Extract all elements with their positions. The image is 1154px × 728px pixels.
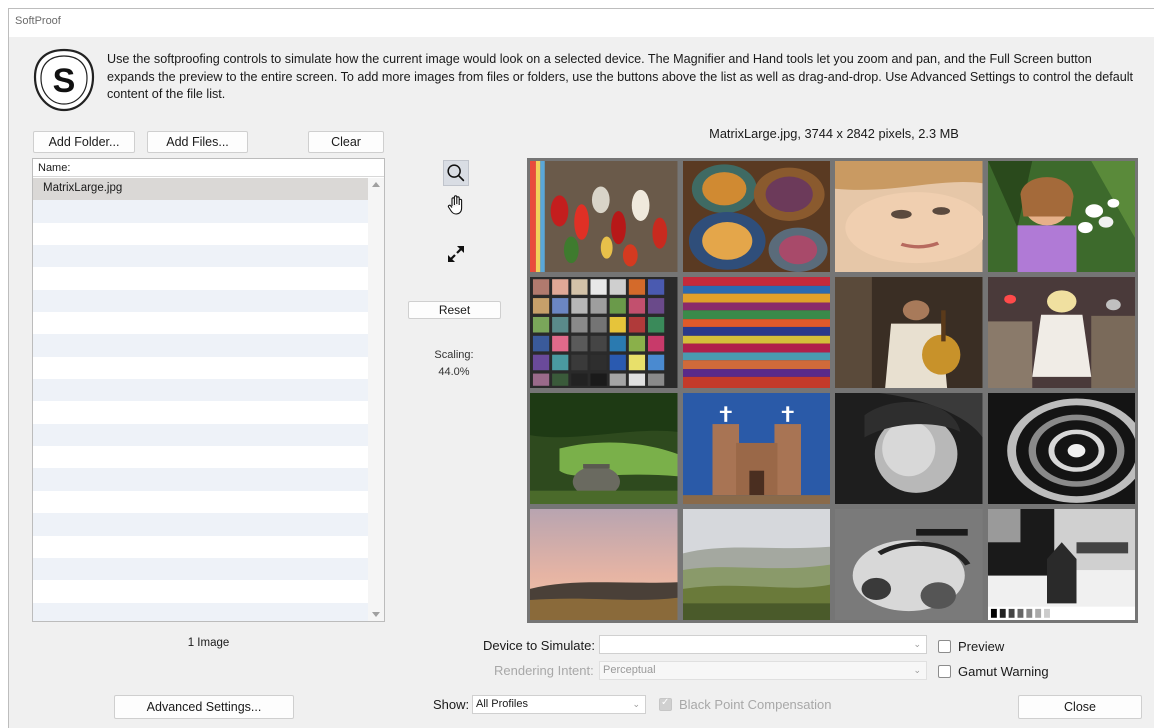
tile-textiles xyxy=(682,277,830,388)
black-point-compensation-checkbox[interactable] xyxy=(659,697,672,711)
magnifier-tool-button[interactable] xyxy=(443,160,469,186)
tile-portrait-woman xyxy=(835,161,983,272)
empty-row xyxy=(33,490,369,514)
tile-bw-profile xyxy=(835,393,983,504)
rendering-intent-select[interactable]: Perceptual ⌄ xyxy=(599,661,927,680)
tile-marilyn xyxy=(987,277,1135,388)
tile-plates xyxy=(682,161,830,272)
tile-dusk-landscape xyxy=(530,509,678,620)
image-info-caption: MatrixLarge.jpg, 3744 x 2842 pixels, 2.3… xyxy=(709,126,959,141)
empty-row xyxy=(33,379,369,402)
fullscreen-icon xyxy=(448,246,464,262)
scaling-value: 44.0% xyxy=(438,366,470,378)
rendering-intent-value: Perceptual xyxy=(603,664,656,676)
empty-row xyxy=(33,200,369,223)
scroll-down-icon[interactable] xyxy=(372,612,380,617)
empty-row xyxy=(33,468,369,491)
show-value: All Profiles xyxy=(476,698,528,710)
empty-row xyxy=(33,513,369,536)
tile-color-checker xyxy=(530,277,678,388)
tile-church xyxy=(682,393,830,504)
close-button[interactable]: Close xyxy=(1018,695,1142,719)
empty-row xyxy=(33,267,369,290)
scroll-up-icon[interactable] xyxy=(372,182,380,187)
empty-row xyxy=(33,580,369,603)
empty-row xyxy=(33,401,369,424)
image-count: 1 Image xyxy=(187,637,230,649)
add-folder-button[interactable]: Add Folder... xyxy=(33,131,135,153)
preview-checkbox[interactable] xyxy=(938,640,951,653)
fullscreen-button[interactable] xyxy=(443,241,469,267)
list-scrollbar[interactable] xyxy=(368,178,384,621)
device-to-simulate-select[interactable]: ⌄ xyxy=(599,635,927,654)
preview-label: Preview xyxy=(958,639,1005,654)
reset-button[interactable]: Reset xyxy=(408,301,501,319)
file-list-item[interactable]: MatrixLarge.jpg xyxy=(33,178,369,201)
rendering-intent-label: Rendering Intent: xyxy=(494,663,594,678)
empty-row xyxy=(33,289,369,313)
intro-text: Use the softproofing controls to simulat… xyxy=(107,52,1134,101)
empty-row xyxy=(33,446,369,469)
window-title: SoftProof xyxy=(9,9,1154,37)
tile-spiral-stairs xyxy=(987,393,1135,504)
empty-row xyxy=(33,334,369,357)
empty-row xyxy=(33,557,369,581)
file-list[interactable]: Name: MatrixLarge.jpg xyxy=(32,158,385,622)
name-column-header[interactable]: Name: xyxy=(33,159,384,177)
chevron-down-icon: ⌄ xyxy=(913,665,921,675)
advanced-settings-button[interactable]: Advanced Settings... xyxy=(114,695,294,719)
preview-image[interactable] xyxy=(527,158,1138,623)
empty-row xyxy=(33,222,369,246)
gamut-warning-checkbox[interactable] xyxy=(938,665,951,678)
black-point-compensation-label: Black Point Compensation xyxy=(679,697,832,712)
hand-tool-button[interactable] xyxy=(443,192,469,218)
empty-row xyxy=(33,312,369,335)
chevron-down-icon: ⌄ xyxy=(913,639,921,649)
device-to-simulate-label: Device to Simulate: xyxy=(483,638,595,653)
add-files-button[interactable]: Add Files... xyxy=(147,131,248,153)
tile-tuscany-hills xyxy=(682,509,830,620)
tile-bw-test-target xyxy=(987,509,1135,620)
chevron-down-icon: ⌄ xyxy=(632,699,640,709)
show-select[interactable]: All Profiles ⌄ xyxy=(472,695,646,714)
hand-icon xyxy=(447,195,463,215)
empty-row xyxy=(33,356,369,380)
empty-row xyxy=(33,602,369,621)
magnifier-icon xyxy=(447,164,465,182)
tile-girl-flowers xyxy=(987,161,1135,272)
softproof-logo: S xyxy=(31,47,97,113)
clear-button[interactable]: Clear xyxy=(308,131,384,153)
tile-bw-scooter xyxy=(835,509,983,620)
tile-garden-urn xyxy=(530,393,678,504)
empty-row xyxy=(33,245,369,268)
gamut-warning-label: Gamut Warning xyxy=(958,664,1049,679)
softproof-window: SoftProof S Use the softproofing control… xyxy=(8,8,1154,728)
empty-row xyxy=(33,423,369,447)
logo-letter: S xyxy=(53,62,76,100)
empty-row xyxy=(33,535,369,558)
show-label: Show: xyxy=(433,697,470,712)
tile-peppers xyxy=(530,161,678,272)
tile-musician xyxy=(835,277,983,388)
scaling-label: Scaling: xyxy=(434,349,474,361)
file-list-rows: MatrixLarge.jpg xyxy=(33,178,369,621)
